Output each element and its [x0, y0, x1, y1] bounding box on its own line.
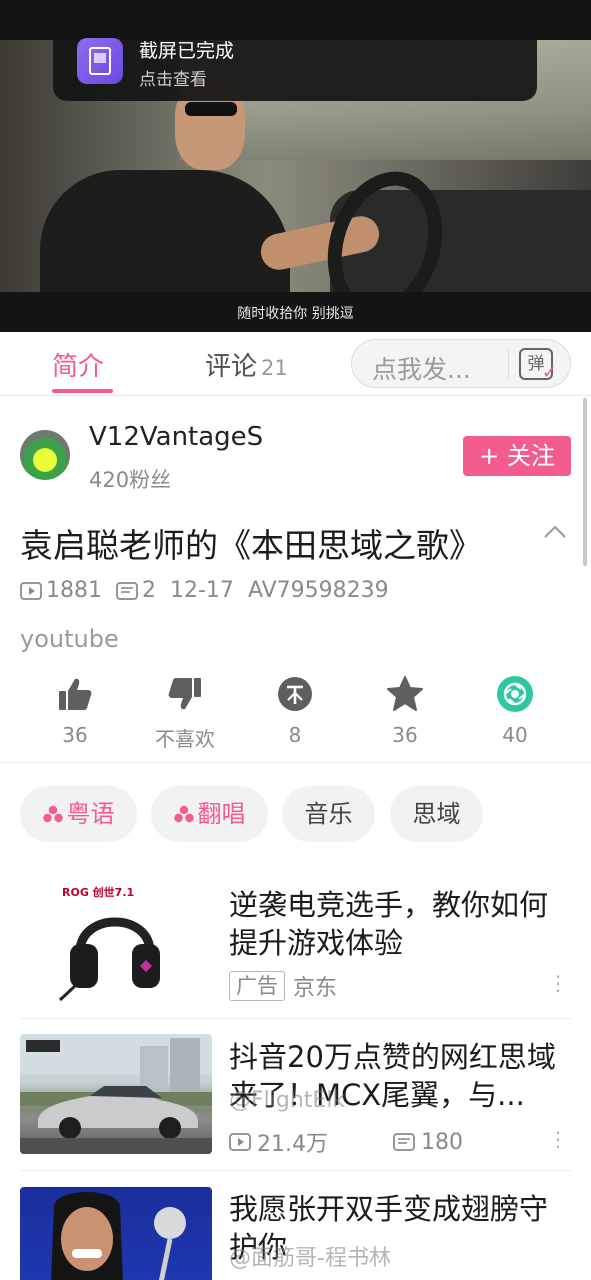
thumbs-up-icon	[59, 678, 92, 710]
video-thumbnail	[20, 1034, 212, 1154]
rec-view-count: 21.4万	[257, 1132, 328, 1157]
tag-dots-icon	[42, 805, 63, 823]
rec-danmaku-count: 180	[421, 1129, 463, 1155]
like-count: 36	[62, 723, 88, 747]
coin-count: 8	[288, 723, 302, 747]
share-button[interactable]: 40	[465, 674, 565, 747]
action-bar: 36 不喜欢 8 36 40	[0, 674, 591, 754]
toast-title: 截屏已完成	[139, 40, 235, 62]
publish-date: 12-17	[170, 578, 234, 603]
tab-comments[interactable]: 评论 21	[205, 346, 288, 383]
danmaku-count-icon	[116, 581, 138, 600]
coin-icon	[278, 677, 312, 711]
ad-thumb-text: ROG 创世7.1	[62, 885, 134, 899]
uploader-watermark: @面筋哥-程书林	[229, 1246, 391, 1271]
follow-button[interactable]: + 关注	[463, 436, 571, 476]
dislike-button[interactable]: 不喜欢	[135, 674, 235, 752]
tab-indicator	[52, 389, 113, 393]
video-title: 袁启聪老师的《本田思域之歌》	[20, 526, 482, 565]
recommendation-item[interactable]: 抖音20万点赞的网红思域来了！MCX尾翼，与... @FlightElk 21.…	[0, 1020, 591, 1170]
like-button[interactable]: 36	[25, 674, 125, 747]
headset-icon: ROG 创世7.1	[58, 885, 160, 1002]
danmaku-toggle-icon[interactable]: 弹 ✓	[519, 348, 557, 382]
gallery-icon	[77, 38, 123, 84]
video-source: youtube	[20, 625, 119, 653]
share-count: 40	[502, 723, 528, 747]
recommendation-item[interactable]: 我愿张开双手变成翅膀守护你 @面筋哥-程书林	[0, 1172, 591, 1280]
thumbs-down-icon	[168, 678, 201, 710]
ad-thumbnail: ROG 创世7.1	[20, 882, 212, 1002]
tab-intro[interactable]: 简介	[52, 346, 104, 383]
danmaku-input[interactable]: 点我发...	[372, 350, 512, 386]
list-divider	[20, 1170, 571, 1171]
uploader-name[interactable]: V12VantageS	[89, 422, 263, 452]
more-options-icon[interactable]: · · ·	[551, 967, 565, 1001]
scrollbar[interactable]	[583, 398, 587, 566]
screenshot-toast[interactable]: 截屏已完成 点击查看	[53, 14, 537, 101]
dislike-label: 不喜欢	[155, 727, 215, 751]
comments-count: 21	[261, 356, 288, 380]
tag-civic[interactable]: 思域	[390, 786, 483, 842]
rec-meta: 21.4万 180	[229, 1126, 463, 1158]
danmaku-divider	[508, 348, 509, 380]
play-count-icon	[20, 581, 42, 600]
share-icon	[497, 676, 533, 712]
star-icon	[387, 676, 423, 711]
chevron-up-icon[interactable]	[543, 520, 567, 544]
ad-badge: 广告	[229, 971, 285, 1001]
fans-count: 420粉丝	[89, 468, 172, 492]
coin-button[interactable]: 8	[245, 674, 345, 747]
tag-label: 翻唱	[197, 800, 246, 828]
recommendation-ad[interactable]: ROG 创世7.1 逆袭电竞选手，教你如何提升游戏体验 广告 京东 · · ·	[0, 872, 591, 1012]
danmaku-box[interactable]: 点我发... 弹 ✓	[351, 339, 571, 388]
uploader-watermark: @FlightElk	[229, 1088, 346, 1113]
tab-bar: 简介 评论 21 点我发... 弹 ✓	[0, 332, 591, 396]
danmaku-count-icon	[393, 1133, 415, 1151]
tag-cantonese[interactable]: 粤语	[20, 786, 137, 842]
singer-image	[51, 1192, 186, 1280]
tag-dots-icon	[173, 805, 194, 823]
section-divider	[0, 762, 591, 763]
tag-label: 粤语	[66, 800, 115, 828]
toast-subtitle: 点击查看	[139, 70, 207, 90]
rec-meta: 广告 京东	[229, 970, 337, 1002]
rec-title: 逆袭电竞选手，教你如何提升游戏体验	[229, 888, 549, 960]
car-image	[20, 1034, 212, 1154]
play-count-icon	[229, 1133, 251, 1151]
advertiser: 京东	[293, 976, 338, 1001]
favorite-button[interactable]: 36	[355, 674, 455, 747]
video-thumbnail	[20, 1187, 212, 1280]
video-meta: 1881 2 12-17 AV79598239	[20, 578, 389, 603]
video-subtitle: 随时收拾你 别挑逗	[237, 306, 354, 322]
view-count: 1881	[46, 578, 102, 603]
list-divider	[20, 1018, 571, 1019]
more-options-icon[interactable]: · · ·	[551, 1123, 565, 1157]
danmaku-count: 2	[142, 578, 156, 603]
tag-cover[interactable]: 翻唱	[151, 786, 268, 842]
tab-comments-label: 评论	[205, 352, 258, 382]
uploader-avatar[interactable]	[20, 430, 70, 480]
tag-music[interactable]: 音乐	[282, 786, 375, 842]
favorite-count: 36	[392, 723, 418, 747]
av-id: AV79598239	[247, 578, 389, 603]
